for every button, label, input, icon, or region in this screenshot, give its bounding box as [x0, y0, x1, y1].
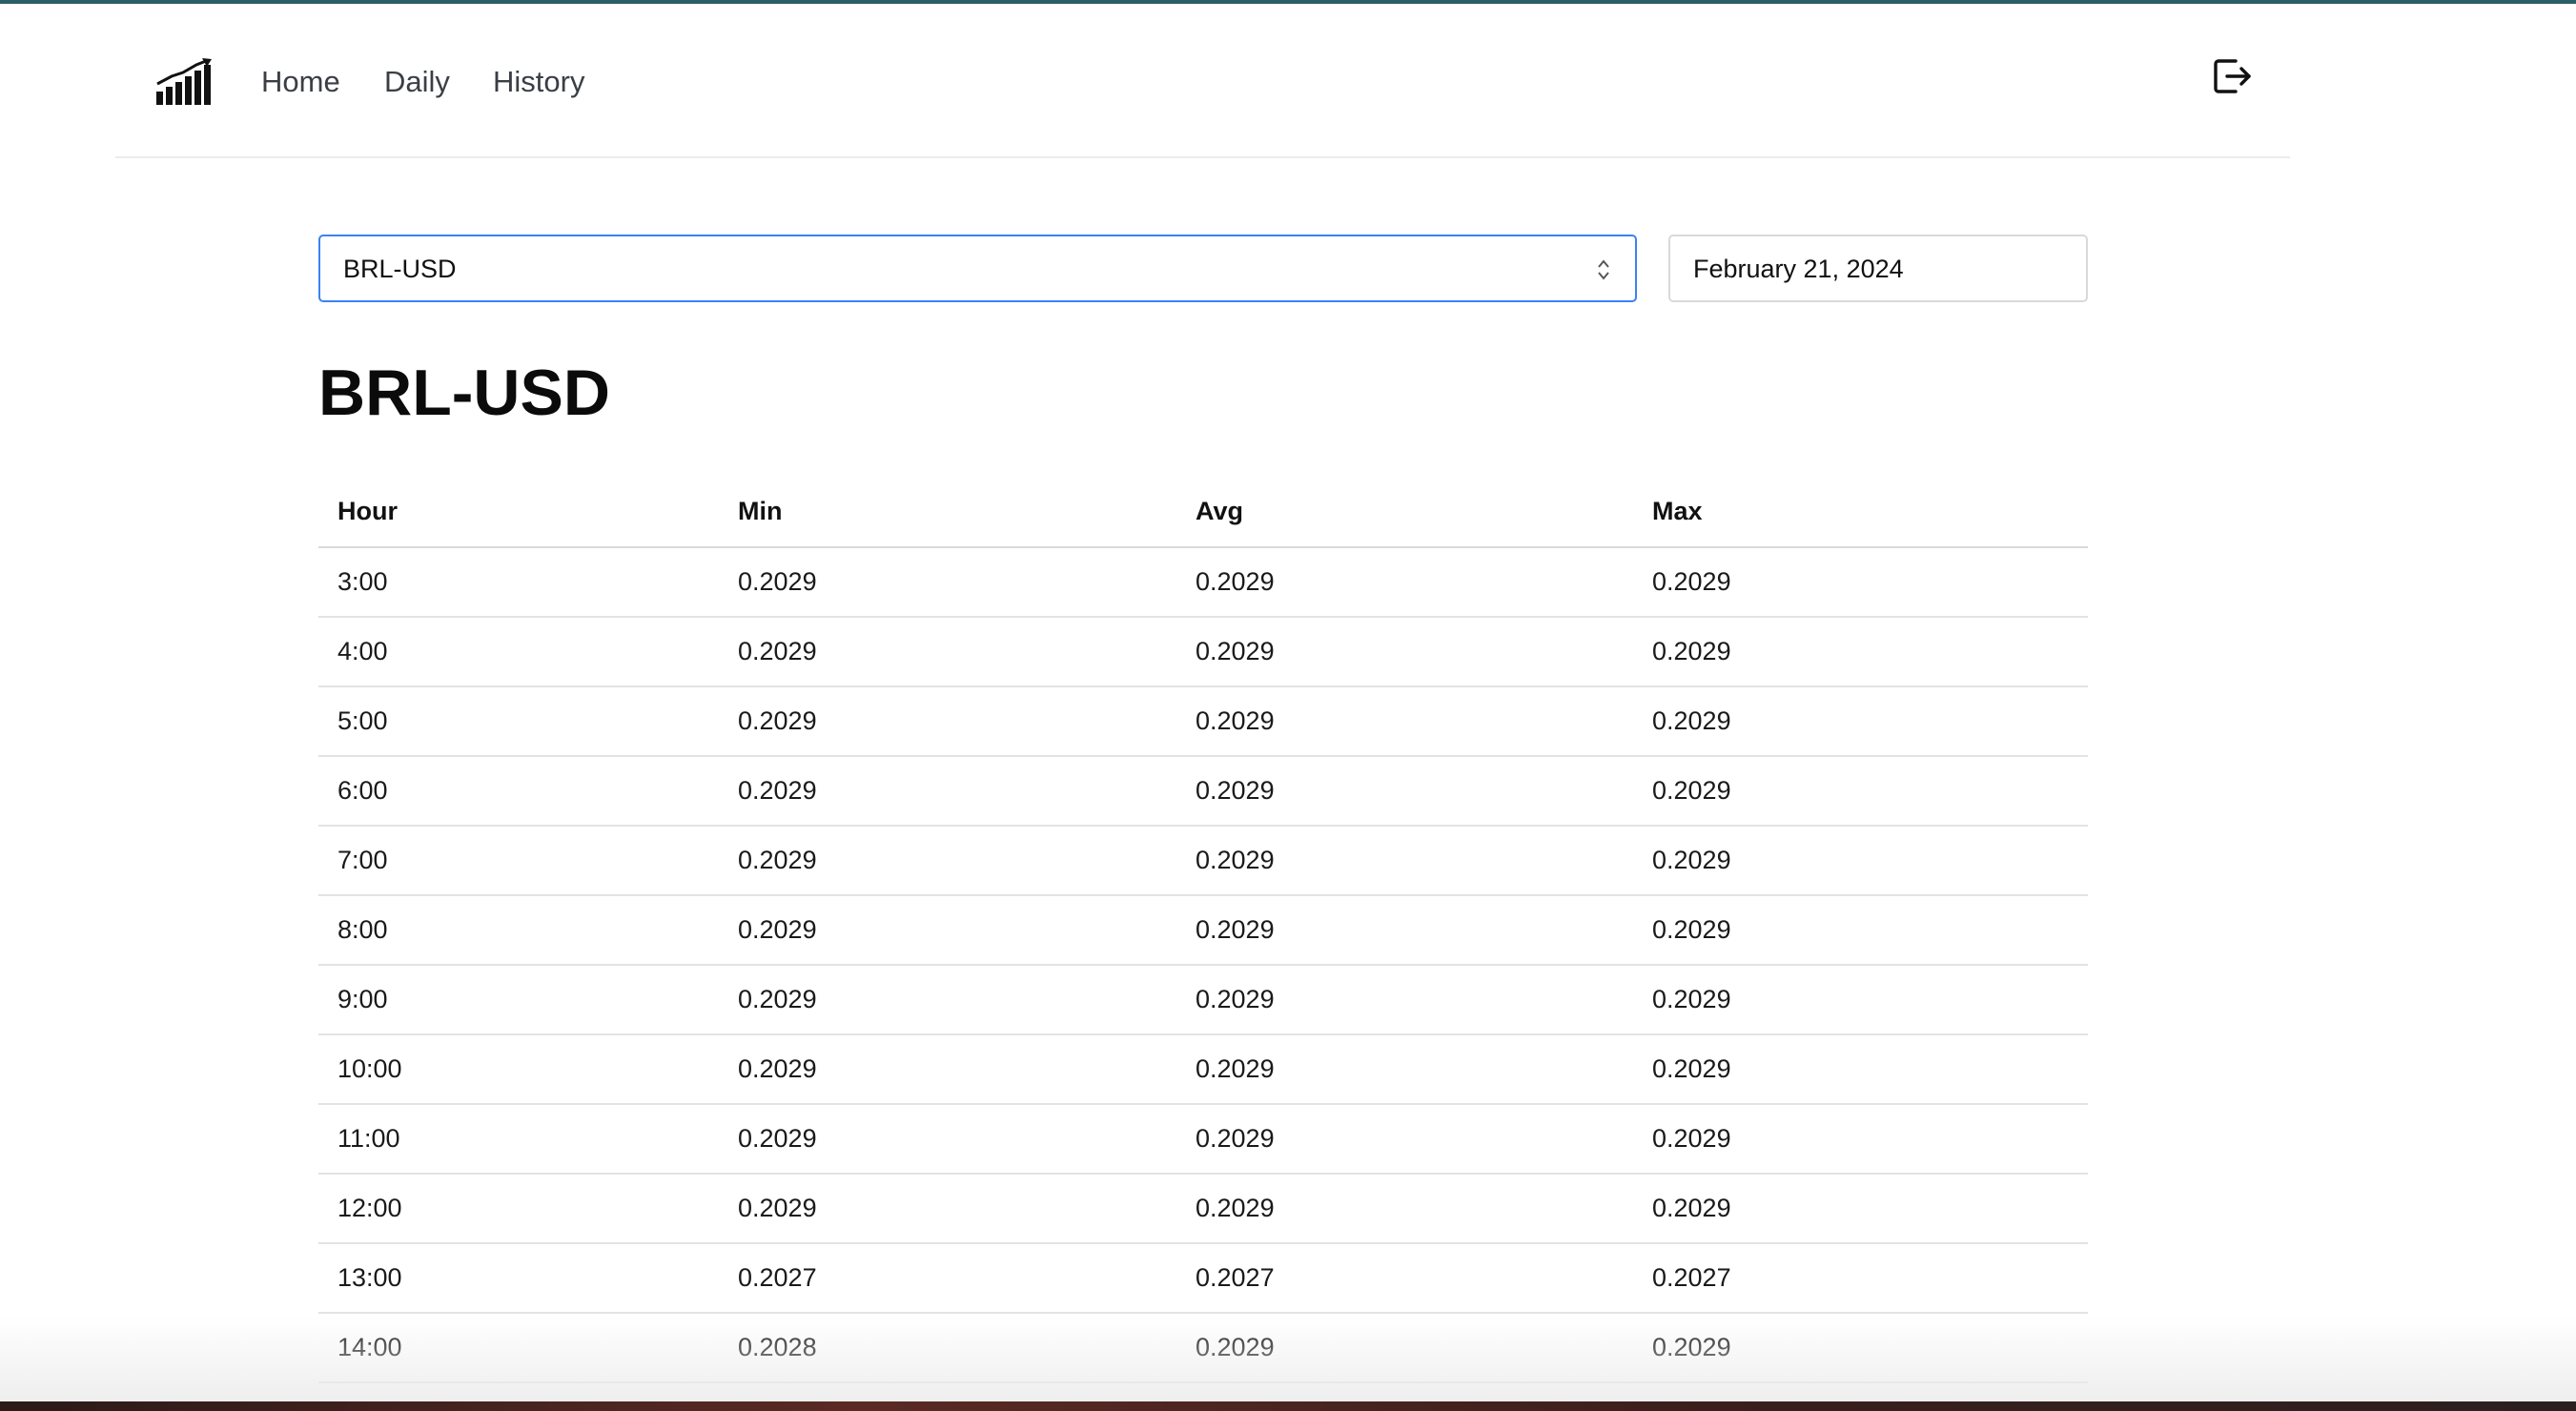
table-row: 3:00 0.2029 0.2029 0.2029	[318, 547, 2088, 618]
cell-avg: 0.2029	[1176, 1174, 1633, 1244]
cell-max: 0.2029	[1633, 1174, 2088, 1244]
cell-hour: 10:00	[318, 1034, 719, 1105]
cell-max: 0.2029	[1633, 686, 2088, 757]
cell-avg: 0.2029	[1176, 547, 1633, 618]
cell-min: 0.2027	[719, 1243, 1176, 1314]
cell-min: 0.2029	[719, 1104, 1176, 1175]
column-header-hour: Hour	[318, 477, 719, 548]
cell-avg: 0.2027	[1176, 1243, 1633, 1314]
date-picker-input[interactable]: February 21, 2024	[1668, 235, 2088, 302]
cell-hour: 11:00	[318, 1104, 719, 1175]
table-row: 4:00 0.2029 0.2029 0.2029	[318, 617, 2088, 687]
cell-avg: 0.2029	[1176, 965, 1633, 1035]
cell-max: 0.2029	[1633, 1034, 2088, 1105]
navbar: Home Daily History	[115, 4, 2290, 158]
cell-avg: 0.2029	[1176, 1104, 1633, 1175]
nav-link-history[interactable]: History	[493, 63, 584, 101]
cell-max: 0.2029	[1633, 1104, 2088, 1175]
table-row: 9:00 0.2029 0.2029 0.2029	[318, 965, 2088, 1035]
cell-min: 0.2028	[719, 1313, 1176, 1383]
cell-min: 0.2029	[719, 617, 1176, 687]
table-row: 12:00 0.2029 0.2029 0.2029	[318, 1174, 2088, 1244]
cell-hour: 13:00	[318, 1243, 719, 1314]
cell-avg: 0.2029	[1176, 617, 1633, 687]
cell-max: 0.2029	[1633, 617, 2088, 687]
column-header-min: Min	[719, 477, 1176, 548]
cell-min: 0.2029	[719, 965, 1176, 1035]
desktop-background-strip	[0, 1401, 2576, 1411]
nav-link-home[interactable]: Home	[261, 63, 340, 101]
page-title: BRL-USD	[318, 357, 610, 429]
cell-max: 0.2029	[1633, 965, 2088, 1035]
bar-chart-growth-icon[interactable]	[154, 57, 214, 107]
cell-avg: 0.2029	[1176, 686, 1633, 757]
cell-min: 0.2029	[719, 547, 1176, 618]
table-row: 8:00 0.2029 0.2029 0.2029	[318, 895, 2088, 966]
cell-min: 0.2029	[719, 1034, 1176, 1105]
cell-avg: 0.2029	[1176, 895, 1633, 966]
cell-max: 0.2029	[1633, 547, 2088, 618]
table-row: 11:00 0.2029 0.2029 0.2029	[318, 1104, 2088, 1175]
chevron-up-down-icon	[1595, 256, 1612, 283]
date-picker-value: February 21, 2024	[1693, 255, 1904, 283]
cell-avg: 0.2029	[1176, 1034, 1633, 1105]
cell-min: 0.2029	[719, 1174, 1176, 1244]
cell-hour: 6:00	[318, 756, 719, 827]
currency-pair-select-value: BRL-USD	[343, 255, 457, 283]
cell-hour: 5:00	[318, 686, 719, 757]
table-row: 7:00 0.2029 0.2029 0.2029	[318, 826, 2088, 896]
table-row: 14:00 0.2028 0.2029 0.2029	[318, 1313, 2088, 1383]
cell-avg: 0.2029	[1176, 826, 1633, 896]
cell-hour: 8:00	[318, 895, 719, 966]
cell-avg: 0.2029	[1176, 1313, 1633, 1383]
table-row: 13:00 0.2027 0.2027 0.2027	[318, 1243, 2088, 1314]
cell-min: 0.2029	[719, 826, 1176, 896]
cell-min: 0.2029	[719, 686, 1176, 757]
table-header-row: Hour Min Avg Max	[318, 477, 2088, 548]
table-row: 5:00 0.2029 0.2029 0.2029	[318, 686, 2088, 757]
cell-max: 0.2029	[1633, 895, 2088, 966]
cell-max: 0.2027	[1633, 1243, 2088, 1314]
cell-hour: 4:00	[318, 617, 719, 687]
nav-link-daily[interactable]: Daily	[384, 63, 450, 101]
cell-max: 0.2029	[1633, 1313, 2088, 1383]
cell-hour: 9:00	[318, 965, 719, 1035]
cell-hour: 7:00	[318, 826, 719, 896]
table-row: 6:00 0.2029 0.2029 0.2029	[318, 756, 2088, 827]
cell-hour: 14:00	[318, 1313, 719, 1383]
cell-max: 0.2029	[1633, 826, 2088, 896]
cell-max: 0.2029	[1633, 756, 2088, 827]
currency-pair-select[interactable]: BRL-USD	[318, 235, 1637, 302]
column-header-avg: Avg	[1176, 477, 1633, 548]
cell-min: 0.2029	[719, 895, 1176, 966]
cell-avg: 0.2029	[1176, 756, 1633, 827]
table-row: 10:00 0.2029 0.2029 0.2029	[318, 1034, 2088, 1105]
logout-icon[interactable]	[2209, 53, 2255, 99]
cell-hour: 12:00	[318, 1174, 719, 1244]
cell-min: 0.2029	[719, 756, 1176, 827]
cell-hour: 3:00	[318, 547, 719, 618]
column-header-max: Max	[1633, 477, 2088, 548]
hourly-rates-table: Hour Min Avg Max 3:00 0.2029 0.2029 0.20…	[318, 477, 2088, 1383]
